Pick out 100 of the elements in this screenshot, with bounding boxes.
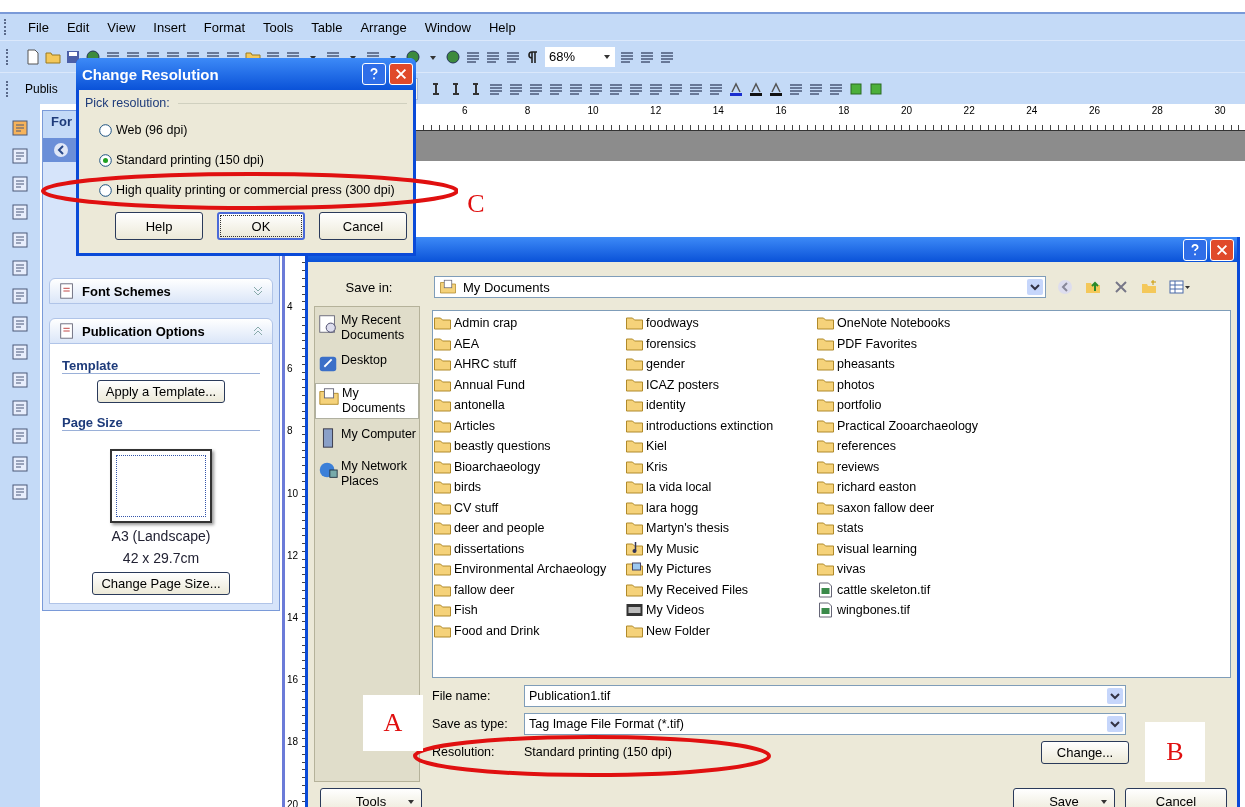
dropdown-arrow-icon[interactable]	[603, 52, 611, 61]
folder-entry[interactable]: Martyn's thesis	[625, 518, 816, 539]
apply-template-button[interactable]: Apply a Template...	[96, 380, 226, 404]
places-item[interactable]: My Documents	[315, 383, 419, 419]
folder-entry[interactable]: Articles	[433, 415, 625, 436]
folder-entry[interactable]: My Videos	[625, 600, 816, 621]
folder-entry[interactable]: portfolio	[816, 395, 1230, 416]
folder-entry[interactable]: ICAZ posters	[625, 374, 816, 395]
folder-entry[interactable]: Fish	[433, 600, 625, 621]
folder-entry[interactable]: references	[816, 436, 1230, 457]
menu-item[interactable]: Table	[302, 19, 352, 35]
menu-item[interactable]: View	[98, 19, 145, 35]
folder-entry[interactable]: My Music	[625, 538, 816, 559]
save-icon[interactable]	[65, 48, 81, 65]
document-entry[interactable]: wingbones.tif	[816, 600, 1230, 621]
folder-entry[interactable]: Environmental Archaeology	[433, 559, 625, 580]
section-header[interactable]: Font Schemes	[49, 278, 273, 305]
radio-button[interactable]	[99, 153, 112, 167]
places-item[interactable]: Desktop	[315, 351, 419, 377]
folder-entry[interactable]: OneNote Notebooks	[816, 313, 1230, 334]
folder-entry[interactable]: forensics	[625, 333, 816, 354]
places-item[interactable]: My Recent Documents	[315, 311, 419, 345]
folder-entry[interactable]: Admin crap	[433, 313, 625, 334]
folder-entry[interactable]: saxon fallow deer	[816, 497, 1230, 518]
dialog-button[interactable]: Help	[115, 212, 203, 240]
folder-entry[interactable]: photos	[816, 374, 1230, 395]
folder-entry[interactable]: lara hogg	[625, 497, 816, 518]
folder-entry[interactable]: Kiel	[625, 436, 816, 457]
zoom-field[interactable]: 68%	[545, 46, 615, 67]
dialog-button[interactable]: OK	[217, 212, 305, 240]
folder-entry[interactable]: beastly questions	[433, 436, 625, 457]
menu-item[interactable]: Edit	[57, 19, 99, 35]
folder-entry[interactable]: reviews	[816, 456, 1230, 477]
close-button[interactable]	[1210, 238, 1234, 261]
folder-entry[interactable]: My Pictures	[625, 559, 816, 580]
folder-entry[interactable]: vivas	[816, 559, 1230, 580]
save-button[interactable]: Save	[1013, 788, 1115, 807]
folder-entry[interactable]: Kris	[625, 456, 816, 477]
change-page-size-button[interactable]: Change Page Size...	[92, 572, 230, 595]
folder-entry[interactable]: identity	[625, 395, 816, 416]
folder-entry[interactable]: Bioarchaeology	[433, 456, 625, 477]
close-button[interactable]	[389, 63, 413, 85]
save-as-type-dropdown[interactable]: Tag Image File Format (*.tif)	[524, 713, 1126, 735]
folder-entry[interactable]: la vida local	[625, 477, 816, 498]
folder-entry[interactable]: Practical Zooarchaeology	[816, 415, 1230, 436]
menu-item[interactable]: Format	[194, 19, 254, 35]
publisher-tasks-button[interactable]: Publis	[25, 81, 58, 96]
folder-entry[interactable]: pheasants	[816, 354, 1230, 375]
radio-button[interactable]	[99, 183, 112, 197]
radio-button[interactable]	[99, 123, 112, 137]
folder-entry[interactable]: richard easton	[816, 477, 1230, 498]
radio-option[interactable]: Standard printing (150 dpi)	[85, 150, 407, 170]
tools-button[interactable]: Tools	[320, 788, 422, 807]
folder-entry[interactable]: gender	[625, 354, 816, 375]
save-in-dropdown[interactable]: My Documents	[434, 276, 1046, 298]
change-button[interactable]: Change...	[1041, 740, 1129, 764]
folder-entry[interactable]: Food and Drink	[433, 620, 625, 641]
folder-entry[interactable]: fallow deer	[433, 579, 625, 600]
folder-entry[interactable]: New Folder	[625, 620, 816, 641]
up-folder-icon[interactable]	[1084, 279, 1102, 295]
menu-item[interactable]: Help	[479, 19, 525, 35]
menu-item[interactable]: Tools	[254, 19, 303, 35]
menu-item[interactable]: Arrange	[351, 19, 416, 35]
folder-entry[interactable]: foodways	[625, 313, 816, 334]
folder-entry[interactable]: PDF Favorites	[816, 333, 1230, 354]
back-icon[interactable]	[53, 142, 69, 159]
folder-entry[interactable]: introductions extinction	[625, 415, 816, 436]
folder-entry[interactable]: birds	[433, 477, 625, 498]
folder-entry[interactable]: AHRC stuff	[433, 354, 625, 375]
folder-entry[interactable]: CV stuff	[433, 497, 625, 518]
folder-entry[interactable]: dissertations	[433, 538, 625, 559]
places-item[interactable]: My Computer	[315, 425, 419, 451]
globe-icon[interactable]	[445, 48, 461, 65]
folder-entry[interactable]: Annual Fund	[433, 374, 625, 395]
expand-icon[interactable]	[252, 285, 264, 298]
menu-item[interactable]: Window	[415, 19, 480, 35]
font-color-icon[interactable]	[767, 80, 784, 97]
menu-item[interactable]: File	[19, 19, 58, 35]
folder-entry[interactable]: antonella	[433, 395, 625, 416]
folder-entry[interactable]: visual learning	[816, 538, 1230, 559]
delete-icon[interactable]	[1112, 279, 1130, 295]
collapse-icon[interactable]	[252, 325, 264, 338]
dialog-button[interactable]: Cancel	[319, 212, 407, 240]
folder-entry[interactable]: stats	[816, 518, 1230, 539]
folder-entry[interactable]: My Received Files	[625, 579, 816, 600]
menu-item[interactable]: Insert	[144, 19, 195, 35]
help-button[interactable]	[362, 63, 386, 85]
new-document-icon[interactable]	[25, 48, 41, 65]
help-button[interactable]	[1183, 238, 1207, 261]
fill-color-icon[interactable]	[727, 80, 744, 97]
file-name-field[interactable]: Publication1.tif	[524, 685, 1126, 707]
shadow-icon[interactable]	[847, 80, 864, 97]
folder-entry[interactable]: deer and people	[433, 518, 625, 539]
folder-entry[interactable]: AEA	[433, 333, 625, 354]
cancel-button[interactable]: Cancel	[1125, 788, 1227, 807]
section-header[interactable]: Publication Options	[49, 318, 273, 345]
document-entry[interactable]: cattle skeleton.tif	[816, 579, 1230, 600]
places-item[interactable]: My Network Places	[315, 457, 419, 491]
line-color-icon[interactable]	[747, 80, 764, 97]
views-menu-icon[interactable]	[1168, 279, 1192, 295]
